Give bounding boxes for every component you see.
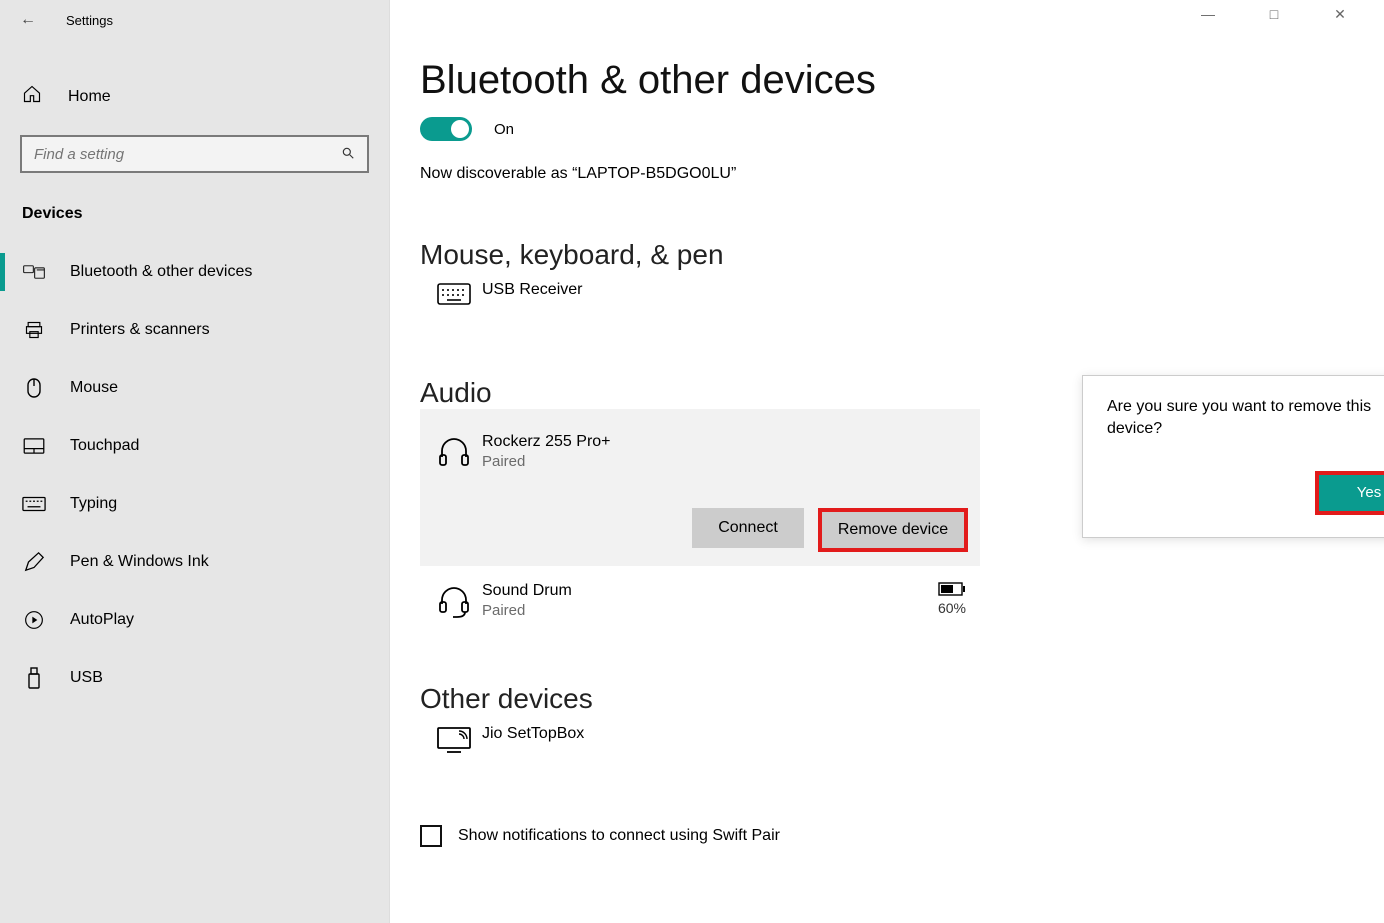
search-box[interactable] bbox=[20, 135, 369, 173]
usb-icon bbox=[22, 667, 46, 689]
sidebar: ← Settings Home Devices Bluetooth & othe… bbox=[0, 0, 390, 923]
page-title: Bluetooth & other devices bbox=[420, 58, 1384, 103]
back-arrow-icon[interactable]: ← bbox=[20, 11, 36, 29]
maximize-icon[interactable]: □ bbox=[1254, 6, 1294, 23]
bluetooth-devices-icon bbox=[22, 264, 46, 280]
yes-button-highlight: Yes bbox=[1315, 471, 1384, 515]
sidebar-item-label: AutoPlay bbox=[70, 611, 134, 629]
sidebar-item-mouse[interactable]: Mouse bbox=[0, 359, 389, 417]
sidebar-item-autoplay[interactable]: AutoPlay bbox=[0, 591, 389, 649]
sidebar-item-label: Touchpad bbox=[70, 437, 139, 455]
device-status: Paired bbox=[482, 602, 572, 619]
selected-device-rockerz[interactable]: Rockerz 255 Pro+ Paired Connect Remove d… bbox=[420, 409, 980, 566]
search-icon bbox=[341, 146, 355, 163]
sidebar-item-bluetooth[interactable]: Bluetooth & other devices bbox=[0, 243, 389, 301]
bluetooth-toggle-row: On bbox=[420, 117, 1384, 141]
home-label: Home bbox=[68, 88, 111, 106]
sidebar-item-usb[interactable]: USB bbox=[0, 649, 389, 707]
pen-icon bbox=[22, 551, 46, 573]
remove-button-highlight: Remove device bbox=[818, 508, 968, 552]
remove-device-popup: Are you sure you want to remove this dev… bbox=[1082, 375, 1384, 538]
device-actions: Connect Remove device bbox=[420, 508, 980, 552]
sidebar-item-label: USB bbox=[70, 669, 103, 687]
sidebar-section-header: Devices bbox=[0, 191, 389, 237]
device-label: Rockerz 255 Pro+ bbox=[482, 433, 611, 451]
popup-actions: Yes bbox=[1107, 471, 1384, 515]
close-icon[interactable]: ✕ bbox=[1320, 6, 1360, 23]
home-icon bbox=[22, 84, 44, 109]
section-other-title: Other devices bbox=[420, 683, 1384, 715]
swift-pair-checkbox[interactable] bbox=[420, 825, 442, 847]
printer-icon bbox=[22, 320, 46, 340]
keyboard-device-icon bbox=[426, 281, 482, 305]
sidebar-item-label: Bluetooth & other devices bbox=[70, 263, 252, 281]
sidebar-nav: Bluetooth & other devices Printers & sca… bbox=[0, 243, 389, 707]
titlebar: ← Settings bbox=[0, 0, 389, 40]
bluetooth-toggle[interactable] bbox=[420, 117, 472, 141]
swift-pair-row: Show notifications to connect using Swif… bbox=[420, 825, 1384, 847]
keyboard-icon bbox=[22, 496, 46, 512]
sidebar-item-typing[interactable]: Typing bbox=[0, 475, 389, 533]
minimize-icon[interactable]: — bbox=[1188, 6, 1228, 23]
sidebar-item-label: Mouse bbox=[70, 379, 118, 397]
touchpad-icon bbox=[22, 438, 46, 454]
section-mouse-title: Mouse, keyboard, & pen bbox=[420, 239, 1384, 271]
headphones-icon bbox=[426, 433, 482, 467]
popup-text: Are you sure you want to remove this dev… bbox=[1107, 396, 1384, 441]
battery-icon bbox=[938, 582, 966, 596]
battery-status: 60% bbox=[938, 582, 966, 616]
search-input[interactable] bbox=[34, 146, 341, 163]
sidebar-item-printers[interactable]: Printers & scanners bbox=[0, 301, 389, 359]
mouse-icon bbox=[22, 377, 46, 399]
autoplay-icon bbox=[22, 610, 46, 630]
device-status: Paired bbox=[482, 453, 611, 470]
bluetooth-toggle-label: On bbox=[494, 121, 514, 138]
device-label: USB Receiver bbox=[482, 281, 582, 299]
device-jio-settopbox[interactable]: Jio SetTopBox bbox=[420, 715, 1384, 763]
sidebar-item-pen[interactable]: Pen & Windows Ink bbox=[0, 533, 389, 591]
connect-button[interactable]: Connect bbox=[692, 508, 804, 548]
sidebar-item-label: Printers & scanners bbox=[70, 321, 210, 339]
window-controls: — □ ✕ bbox=[1188, 6, 1384, 23]
battery-percent: 60% bbox=[938, 600, 966, 616]
sidebar-item-touchpad[interactable]: Touchpad bbox=[0, 417, 389, 475]
device-label: Jio SetTopBox bbox=[482, 725, 584, 743]
device-sound-drum[interactable]: Sound Drum Paired 60% bbox=[420, 566, 980, 627]
discoverable-text: Now discoverable as “LAPTOP-B5DGO0LU” bbox=[420, 165, 1384, 183]
sidebar-item-label: Pen & Windows Ink bbox=[70, 553, 209, 571]
sidebar-item-label: Typing bbox=[70, 495, 117, 513]
home-nav[interactable]: Home bbox=[0, 70, 389, 123]
device-label: Sound Drum bbox=[482, 582, 572, 600]
yes-button[interactable]: Yes bbox=[1319, 475, 1384, 511]
remove-device-button[interactable]: Remove device bbox=[822, 512, 964, 548]
display-cast-icon bbox=[426, 725, 482, 753]
main-content: — □ ✕ Bluetooth & other devices On Now d… bbox=[390, 0, 1384, 923]
device-usb-receiver[interactable]: USB Receiver bbox=[420, 271, 1384, 315]
swift-pair-label: Show notifications to connect using Swif… bbox=[458, 827, 780, 845]
window-title: Settings bbox=[66, 13, 113, 28]
headset-icon bbox=[426, 582, 482, 618]
